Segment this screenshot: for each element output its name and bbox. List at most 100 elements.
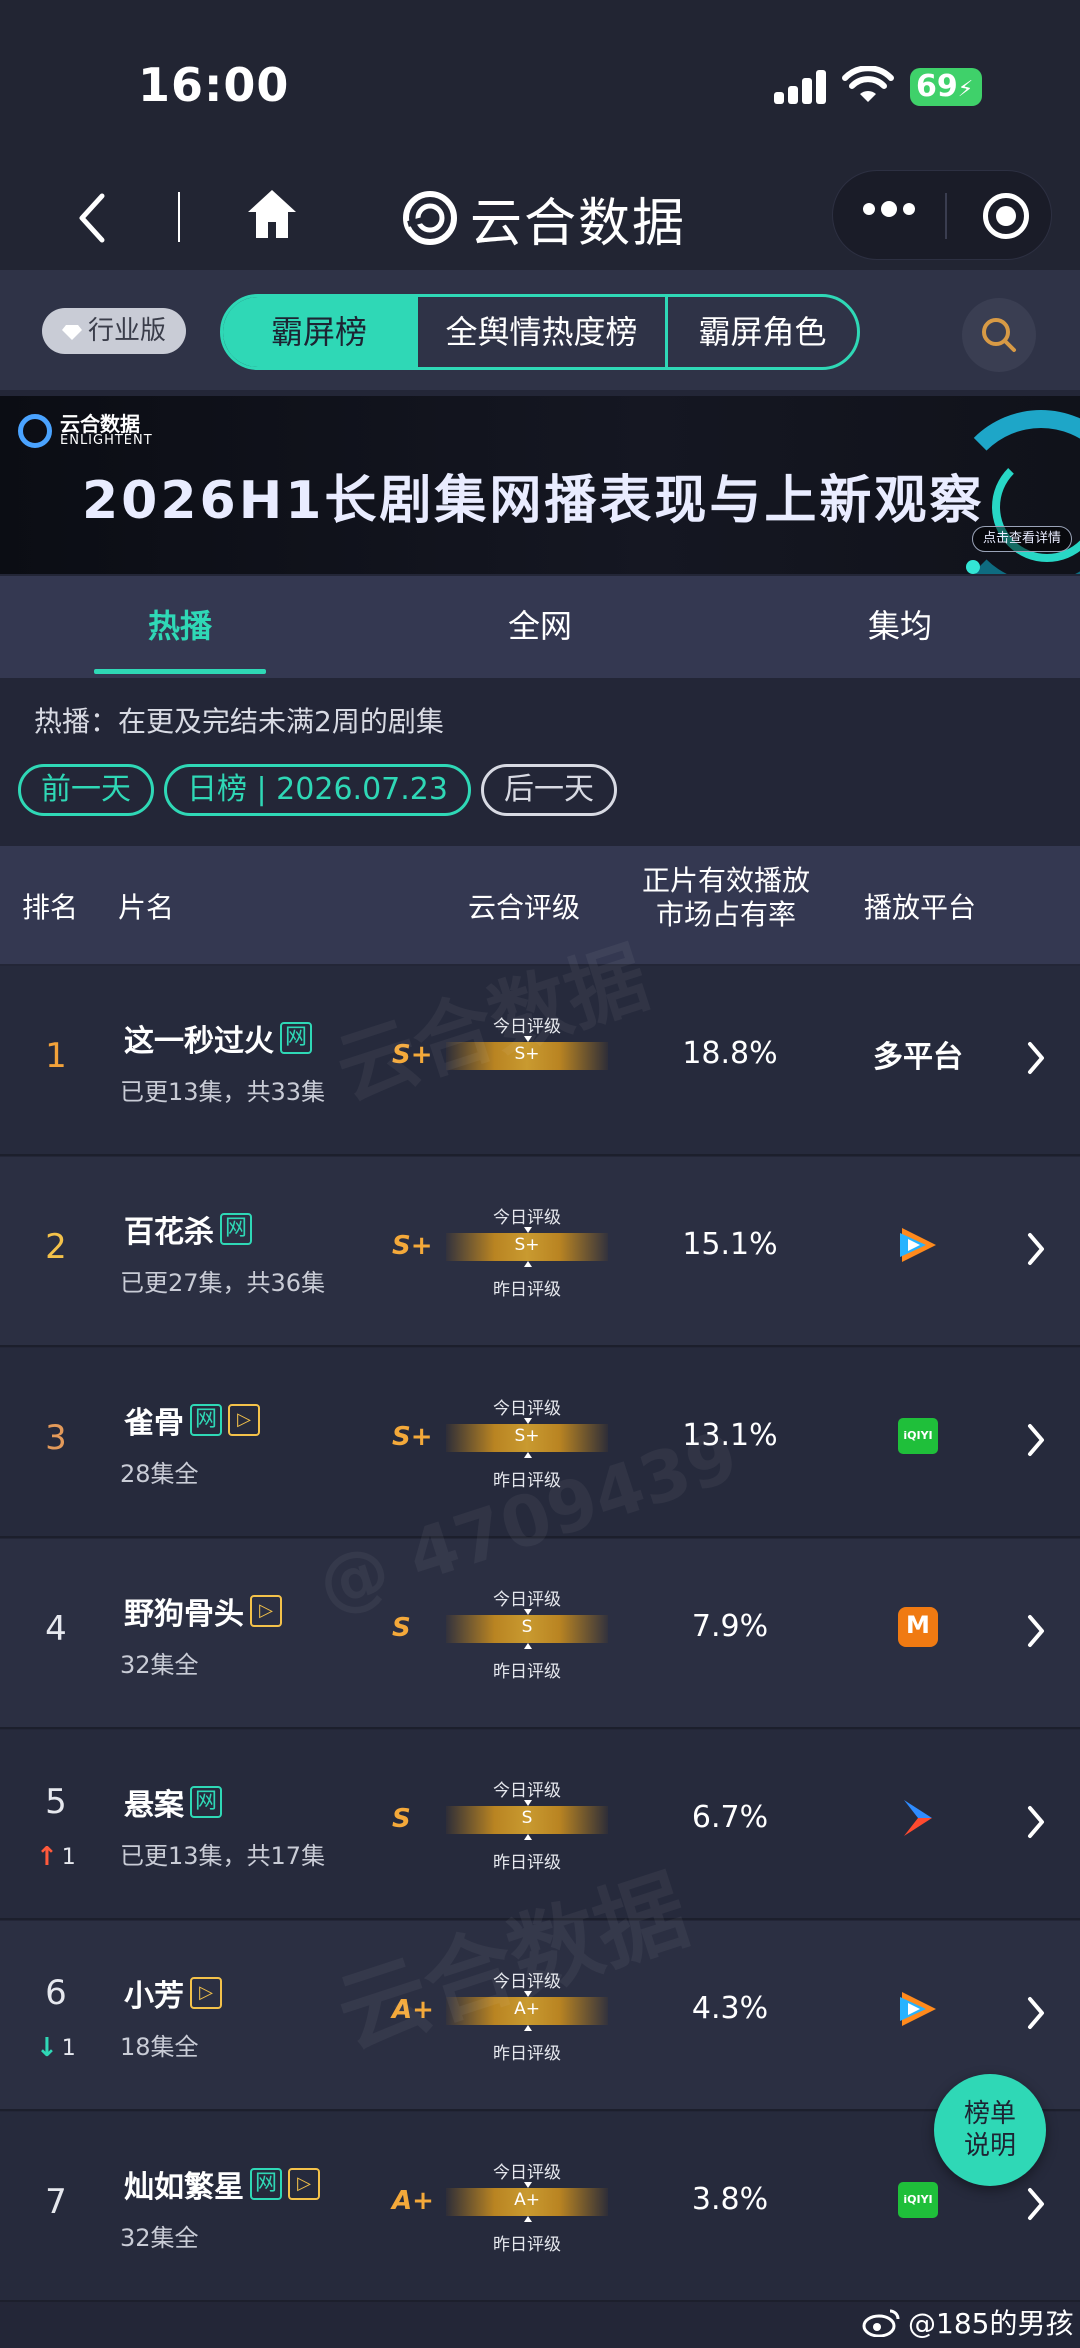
grade-value: S — [392, 1613, 411, 1643]
grade-bar: S — [446, 1609, 608, 1649]
banner-logo-en: ENLIGHTENT — [60, 433, 153, 448]
navigation-bar: 云合数据 — [0, 170, 1080, 270]
grade-bar: S+ — [446, 1036, 608, 1070]
previous-day-button[interactable]: 前一天 — [18, 764, 154, 816]
weibo-icon — [862, 2309, 900, 2337]
chevron-right-icon[interactable] — [1024, 1229, 1048, 1269]
banner-title: 2026H1长剧集网播表现与上新观察 — [82, 471, 985, 531]
rank-change: ↓ 1 — [36, 2033, 76, 2063]
header-market-share: 正片有效播放 市场占有率 — [642, 864, 810, 932]
chevron-right-icon[interactable] — [1024, 1038, 1048, 1078]
enlightent-logo-icon — [403, 191, 457, 245]
exclusive-play-icon: ▷ — [190, 1977, 222, 2009]
market-share: 15.1% — [682, 1227, 778, 1262]
grade-comparison: 今日评级 S+ 昨日评级 — [446, 1394, 608, 1494]
grade-value: A+ — [392, 2186, 434, 2216]
show-title: 雀骨 — [124, 1406, 184, 1441]
table-row[interactable]: 1 这一秒过火网已更13集，共33集 S+ 今日评级 S+ 18.8% 多平台 — [0, 966, 1080, 1156]
grade-bar: S+ — [446, 1418, 608, 1458]
table-row[interactable]: 2 百花杀网已更27集，共36集 S+ 今日评级 S+ 昨日评级 15.1% — [0, 1157, 1080, 1347]
today-grade-label: 今日评级 — [493, 2163, 561, 2183]
grade-marker-bottom — [524, 2216, 532, 2222]
show-title: 野狗骨头 — [124, 1597, 244, 1632]
table-row[interactable]: 4 野狗骨头 ▷ 32集全 S 今日评级 S 昨日评级 7.9% — [0, 1539, 1080, 1729]
grade-marker-top — [524, 1800, 532, 1806]
show-title: 百花杀 — [124, 1215, 214, 1250]
today-grade-label: 今日评级 — [493, 1781, 561, 1801]
back-arrow-icon[interactable] — [72, 188, 112, 248]
web-drama-tag: 网 — [220, 1213, 252, 1245]
date-picker-button[interactable]: 日榜 | 2026.07.23 — [164, 764, 471, 816]
platform-cell: iQIYI — [858, 1410, 978, 1462]
chevron-right-icon[interactable] — [1024, 2184, 1048, 2224]
industry-edition-badge[interactable]: 行业版 — [42, 308, 186, 354]
chevron-right-icon[interactable] — [1024, 1802, 1048, 1842]
exclusive-play-icon: ▷ — [228, 1404, 260, 1436]
table-header: 排名 片名 云合评级 正片有效播放 市场占有率 播放平台 — [0, 846, 1080, 964]
grade-marker-top — [524, 1609, 532, 1615]
tab-public-opinion-ranking[interactable]: 全舆情热度榜 — [415, 297, 665, 367]
chevron-right-icon[interactable] — [1024, 1611, 1048, 1651]
ranking-explanation-button[interactable]: 榜单 说明 — [934, 2074, 1046, 2186]
grade-bar-value: S+ — [514, 1235, 540, 1255]
next-day-button[interactable]: 后一天 — [480, 764, 617, 816]
multi-platform-label: 多平台 — [873, 1040, 963, 1075]
tab-dominance-roles[interactable]: 霸屏角色 — [665, 297, 857, 367]
close-miniprogram-icon[interactable] — [983, 193, 1029, 239]
chevron-right-icon[interactable] — [1024, 1420, 1048, 1460]
battery-indicator: 69⚡ — [910, 68, 982, 106]
explain-line1: 榜单 — [963, 2099, 1016, 2129]
web-drama-tag: 网 — [280, 1022, 312, 1054]
diamond-icon — [61, 324, 82, 340]
web-drama-tag: 网 — [190, 1786, 222, 1818]
home-icon[interactable] — [244, 186, 300, 242]
grade-comparison: 今日评级 S+ — [446, 1012, 608, 1112]
industry-edition-label: 行业版 — [87, 316, 166, 346]
web-drama-tag: 网 — [190, 1404, 222, 1436]
category-tabs: 热播 全网 集均 — [0, 576, 1080, 678]
title-cell: 悬案网 — [124, 1780, 222, 1824]
market-share: 6.7% — [691, 1800, 769, 1835]
exclusive-play-icon: ▷ — [288, 2168, 320, 2200]
tab-dominance-ranking[interactable]: 霸屏榜 — [223, 297, 415, 367]
episode-status: 已更13集，共33集 — [120, 1078, 326, 1106]
header-platform: 播放平台 — [864, 891, 977, 924]
status-bar: 16:00 69⚡ — [0, 0, 1080, 170]
rank-number: 1 — [45, 1036, 67, 1076]
chevron-right-icon[interactable] — [1024, 1993, 1048, 2033]
tab-all-network[interactable]: 全网 — [360, 576, 720, 678]
yesterday-grade-label: 昨日评级 — [493, 1662, 561, 1682]
tab-hot-airing-label: 热播 — [147, 607, 212, 645]
tab-hot-airing[interactable]: 热播 — [0, 576, 360, 678]
grade-bar: A+ — [446, 1991, 608, 2031]
episode-status: 已更27集，共36集 — [120, 1269, 326, 1297]
market-share: 13.1% — [682, 1418, 778, 1453]
promo-banner[interactable]: 云合数据 ENLIGHTENT 2026H1长剧集网播表现与上新观察 点击查看详… — [0, 396, 1080, 574]
banner-logo: 云合数据 ENLIGHTENT — [18, 414, 153, 448]
youku-icon — [904, 1800, 932, 1836]
title-cell: 野狗骨头 ▷ — [124, 1589, 282, 1633]
status-time: 16:00 — [138, 58, 290, 112]
grade-marker-bottom — [524, 1261, 532, 1267]
grade-bar: S — [446, 1800, 608, 1840]
title-cell: 百花杀网 — [124, 1207, 252, 1251]
tab-per-episode[interactable]: 集均 — [720, 576, 1080, 678]
table-row[interactable]: 3 雀骨网 ▷ 28集全 S+ 今日评级 S+ 昨日评级 13.1% iQIYI — [0, 1348, 1080, 1538]
table-row[interactable]: 5 ↑ 1 悬案网已更13集，共17集 S 今日评级 S 昨日评级 6.7% — [0, 1730, 1080, 1920]
rank-number: 5 — [45, 1782, 67, 1822]
grade-marker-bottom — [524, 1452, 532, 1458]
search-icon — [982, 318, 1016, 352]
table-row[interactable]: 6 ↓ 1 小芳 ▷ 18集全 A+ 今日评级 A+ 昨日评级 4.3% — [0, 1921, 1080, 2111]
grade-bar-value: S+ — [514, 1426, 540, 1446]
title-cell: 灿如繁星网 ▷ — [124, 2162, 320, 2206]
grade-comparison: 今日评级 A+ 昨日评级 — [446, 2158, 608, 2258]
grade-value: S+ — [392, 1231, 433, 1261]
search-button[interactable] — [962, 298, 1036, 372]
more-menu-icon[interactable] — [863, 201, 915, 217]
tencent-video-icon — [900, 1228, 936, 1262]
grade-marker-top — [524, 1991, 532, 1997]
banner-logo-cn: 云合数据 — [60, 412, 140, 436]
header-name: 片名 — [118, 891, 175, 924]
banner-details-button[interactable]: 点击查看详情 — [972, 526, 1072, 552]
table-row[interactable]: 7 灿如繁星网 ▷ 32集全 A+ 今日评级 A+ 昨日评级 3.8% iQIYI — [0, 2112, 1080, 2302]
